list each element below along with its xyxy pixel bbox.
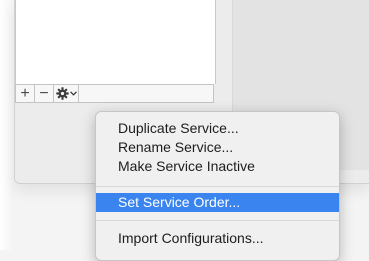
service-list[interactable] (15, 0, 216, 84)
plus-icon: + (20, 84, 30, 102)
remove-service-button[interactable]: − (35, 85, 54, 102)
menu-item-make-service-inactive[interactable]: Make Service Inactive (96, 157, 339, 176)
menu-item-import-configurations[interactable]: Import Configurations... (96, 229, 339, 248)
chevron-down-icon (69, 91, 77, 96)
menu-item-set-service-order[interactable]: Set Service Order... (96, 193, 339, 212)
menu-item-duplicate-service[interactable]: Duplicate Service... (96, 119, 339, 138)
action-context-menu: Duplicate Service... Rename Service... M… (95, 111, 340, 261)
menu-item-rename-service[interactable]: Rename Service... (96, 138, 339, 157)
gear-icon (55, 87, 69, 100)
menu-separator (96, 220, 339, 221)
service-list-toolbar: + − (15, 84, 214, 103)
menu-separator (96, 186, 339, 187)
minus-icon: − (39, 84, 49, 102)
background (0, 0, 14, 250)
add-service-button[interactable]: + (16, 85, 35, 102)
action-menu-button[interactable] (54, 85, 79, 102)
